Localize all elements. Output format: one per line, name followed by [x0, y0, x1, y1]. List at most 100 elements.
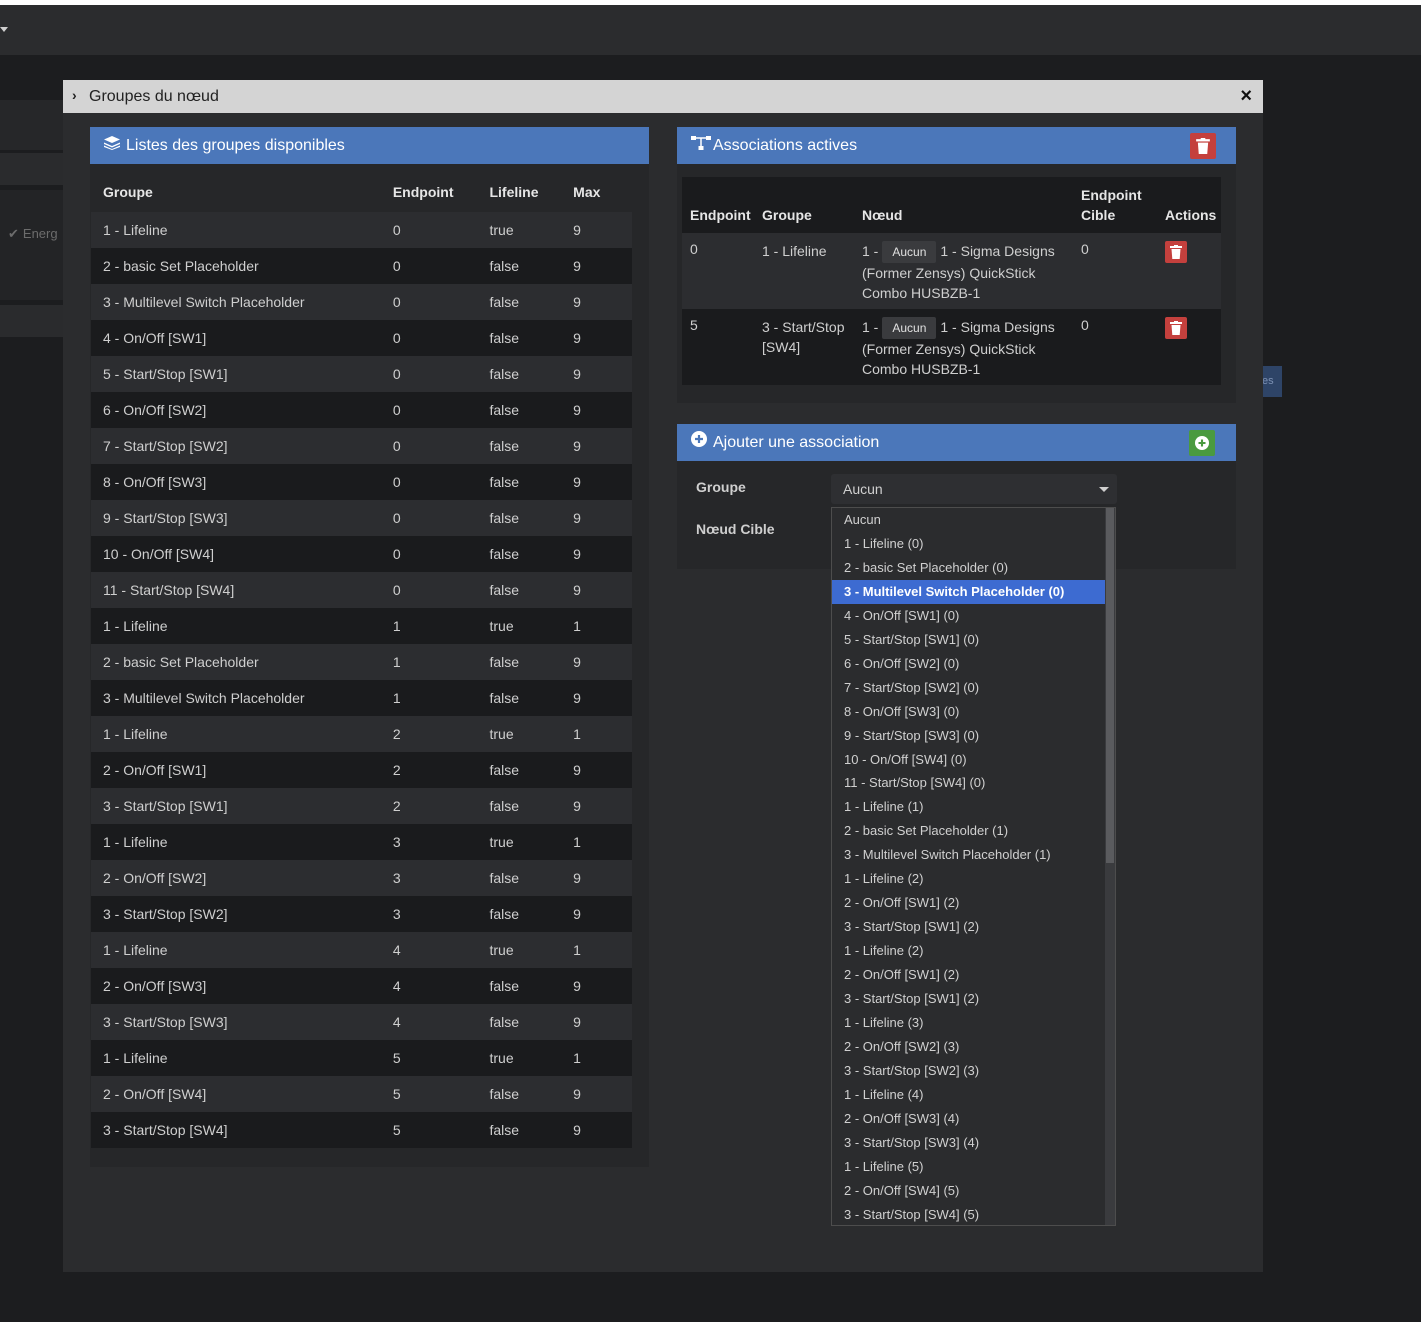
- table-cell: true: [489, 1040, 574, 1076]
- dropdown-option[interactable]: 6 - On/Off [SW2] (0): [832, 652, 1105, 676]
- dropdown-option[interactable]: 10 - On/Off [SW4] (0): [832, 748, 1105, 772]
- table-row: 2 - On/Off [SW1] 2 false 9: [91, 752, 632, 788]
- table-row: 11 - Start/Stop [SW4] 0 false 9: [91, 572, 632, 608]
- table-cell: 1: [573, 1040, 632, 1076]
- app-topbar: [0, 5, 1421, 55]
- table-cell: false: [489, 392, 574, 428]
- table-cell: 3: [392, 896, 490, 932]
- dropdown-option[interactable]: 1 - Lifeline (4): [832, 1083, 1105, 1107]
- table-cell: 7 - Start/Stop [SW2]: [91, 428, 393, 464]
- dropdown-option[interactable]: 2 - On/Off [SW2] (3): [832, 1035, 1105, 1059]
- dropdown-option[interactable]: 2 - basic Set Placeholder (1): [832, 819, 1105, 843]
- group-select[interactable]: Aucun: [831, 474, 1117, 504]
- table-cell: true: [489, 932, 574, 968]
- background-button[interactable]: es: [1262, 366, 1282, 397]
- dropdown-option[interactable]: 3 - Multilevel Switch Placeholder (0): [832, 579, 1105, 604]
- table-cell: 9: [573, 464, 632, 500]
- group-cell: 3 - Start/Stop [SW4]: [762, 319, 845, 355]
- dropdown-option[interactable]: Aucun: [832, 508, 1105, 532]
- chevron-right-icon: ›: [72, 87, 77, 103]
- table-cell: 1 - Lifeline: [91, 1040, 393, 1076]
- dropdown-option[interactable]: 2 - On/Off [SW1] (2): [832, 963, 1105, 987]
- table-cell: 2 - On/Off [SW1]: [91, 752, 393, 788]
- dropdown-option[interactable]: 3 - Start/Stop [SW1] (2): [832, 987, 1105, 1011]
- dropdown-option[interactable]: 1 - Lifeline (0): [832, 532, 1105, 556]
- check-icon: ✔: [8, 226, 19, 241]
- dropdown-option[interactable]: 3 - Start/Stop [SW4] (5): [832, 1203, 1105, 1225]
- close-icon[interactable]: ×: [1240, 85, 1252, 108]
- endpoint-tag: Aucun: [882, 317, 937, 339]
- dropdown-option[interactable]: 1 - Lifeline (1): [832, 795, 1105, 819]
- table-row: 6 - On/Off [SW2] 0 false 9: [91, 392, 632, 428]
- table-cell: 9: [573, 896, 632, 932]
- plus-circle-icon: [1195, 436, 1209, 450]
- table-row: 1 - Lifeline 5 true 1: [91, 1040, 632, 1076]
- dropdown-option[interactable]: 3 - Start/Stop [SW2] (3): [832, 1059, 1105, 1083]
- node-cell: 1 - Aucun 1 - Sigma Designs (Former Zensys)…: [862, 241, 1055, 301]
- table-row: 2 - basic Set Placeholder 1 false 9: [91, 644, 632, 680]
- dropdown-option[interactable]: 11 - Start/Stop [SW4] (0): [832, 771, 1105, 795]
- column-header: Endpoint: [392, 184, 454, 200]
- table-cell: 2 - On/Off [SW4]: [91, 1076, 393, 1112]
- table-row: 3 - Multilevel Switch Placeholder 0 false 9: [91, 284, 632, 320]
- delete-association-button[interactable]: [1165, 241, 1187, 263]
- delete-association-button[interactable]: [1165, 317, 1187, 339]
- table-cell: 1: [573, 608, 632, 644]
- table-cell: 8 - On/Off [SW3]: [91, 464, 393, 500]
- dropdown-option[interactable]: 8 - On/Off [SW3] (0): [832, 700, 1105, 724]
- dropdown-option[interactable]: 2 - On/Off [SW1] (2): [832, 891, 1105, 915]
- dropdown-option[interactable]: 1 - Lifeline (3): [832, 1011, 1105, 1035]
- table-cell: 0: [392, 320, 490, 356]
- active-associations-title: Associations actives: [713, 137, 858, 154]
- dropdown-option[interactable]: 3 - Multilevel Switch Placeholder (1): [832, 843, 1105, 867]
- dropdown-scrollbar[interactable]: [1105, 508, 1115, 1225]
- dropdown-option[interactable]: 1 - Lifeline (5): [832, 1155, 1105, 1179]
- dropdown-scrollbar-thumb[interactable]: [1106, 508, 1114, 863]
- table-cell: false: [489, 1004, 574, 1040]
- group-dropdown-list[interactable]: Aucun 1 - Lifeline (0) 2 - basic Set Place…: [831, 507, 1116, 1226]
- table-cell: false: [489, 536, 574, 572]
- dropdown-option[interactable]: 9 - Start/Stop [SW3] (0): [832, 724, 1105, 748]
- table-cell: 9: [573, 392, 632, 428]
- active-associations-panel: Associations actives Endpoint Groupe Nœu…: [677, 127, 1236, 403]
- table-cell: 9: [573, 320, 632, 356]
- dropdown-option[interactable]: 3 - Start/Stop [SW1] (2): [832, 915, 1105, 939]
- dropdown-option[interactable]: 3 - Start/Stop [SW3] (4): [832, 1131, 1105, 1155]
- table-cell: 1: [392, 608, 490, 644]
- table-cell: 3 - Start/Stop [SW2]: [91, 896, 393, 932]
- column-header: Max: [573, 184, 601, 200]
- delete-all-button[interactable]: [1190, 133, 1216, 159]
- table-cell: 1 - Lifeline: [91, 608, 393, 644]
- table-cell: false: [489, 788, 574, 824]
- table-cell: false: [489, 248, 574, 284]
- plus-circle-icon: [691, 424, 709, 461]
- dropdown-option[interactable]: 2 - On/Off [SW4] (5): [832, 1179, 1105, 1203]
- table-cell: 9: [573, 680, 632, 716]
- endpoint-cible-cell: 0: [1081, 241, 1089, 257]
- target-node-label: Nœud Cible: [696, 521, 775, 537]
- dropdown-option[interactable]: 1 - Lifeline (2): [832, 939, 1105, 963]
- table-row: 3 - Start/Stop [SW2] 3 false 9: [91, 896, 632, 932]
- table-row: 1 - Lifeline 3 true 1: [91, 824, 632, 860]
- dropdown-option[interactable]: 7 - Start/Stop [SW2] (0): [832, 676, 1105, 700]
- table-cell: 9: [573, 1112, 632, 1148]
- dropdown-option[interactable]: 1 - Lifeline (2): [832, 867, 1105, 891]
- table-cell: 3 - Start/Stop [SW3]: [91, 1004, 393, 1040]
- table-cell: 3: [392, 860, 490, 896]
- table-row: 3 - Start/Stop [SW3] 4 false 9: [91, 1004, 632, 1040]
- table-row: 3 - Start/Stop [SW1] 2 false 9: [91, 788, 632, 824]
- table-cell: 1 - Lifeline: [91, 932, 393, 968]
- available-groups-panel: Listes des groupes disponibles Groupe En…: [90, 127, 649, 1167]
- dropdown-option[interactable]: 2 - On/Off [SW3] (4): [832, 1107, 1105, 1131]
- add-association-button[interactable]: [1189, 430, 1215, 456]
- dropdown-option[interactable]: 4 - On/Off [SW1] (0): [832, 604, 1105, 628]
- caret-down-icon[interactable]: [0, 27, 8, 32]
- dropdown-option[interactable]: 2 - basic Set Placeholder (0): [832, 556, 1105, 580]
- table-cell: 9: [573, 248, 632, 284]
- table-cell: 1 - Lifeline: [91, 212, 393, 248]
- dropdown-option[interactable]: 5 - Start/Stop [SW1] (0): [832, 628, 1105, 652]
- table-cell: false: [489, 320, 574, 356]
- table-row: 2 - On/Off [SW3] 4 false 9: [91, 968, 632, 1004]
- table-cell: false: [489, 1076, 574, 1112]
- column-header: Endpoint: [1081, 187, 1142, 203]
